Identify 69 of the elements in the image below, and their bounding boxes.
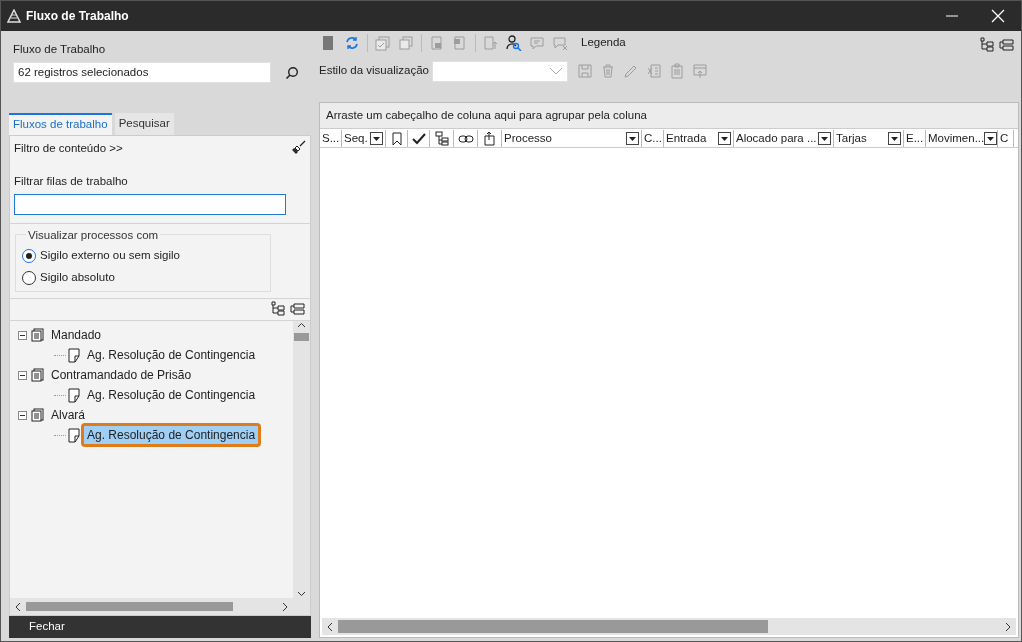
tree-item[interactable]: Contramandado de Prisão <box>48 366 195 384</box>
brush-icon[interactable] <box>292 139 306 154</box>
group-by-hint: Arraste um cabeçalho de coluna aqui para agrupar pela coluna <box>320 103 1018 129</box>
document-icon <box>68 347 80 363</box>
column-header[interactable]: Entrada <box>664 130 734 147</box>
filter-dropdown[interactable] <box>818 132 831 145</box>
filter-dropdown[interactable] <box>888 132 901 145</box>
horizontal-scrollbar[interactable] <box>322 618 1016 635</box>
chevron-down-icon <box>548 67 563 75</box>
scroll-thumb[interactable] <box>294 333 309 341</box>
tree-item[interactable]: Ag. Resolução de Contingencia <box>84 426 259 444</box>
column-header[interactable]: Processo <box>502 130 642 147</box>
caret-icon <box>373 136 380 141</box>
caret-icon <box>891 136 898 141</box>
filter-dropdown[interactable] <box>984 132 998 145</box>
collapse-toggle[interactable] <box>18 330 27 340</box>
tree-expand-icon[interactable] <box>270 301 286 317</box>
tree-collapse-icon[interactable] <box>290 301 306 317</box>
tab[interactable]: Fluxos de trabalho <box>9 113 112 135</box>
column-header[interactable]: S... <box>320 130 342 147</box>
caret-icon <box>821 136 828 141</box>
field-label: Estilo da visualização <box>319 63 429 79</box>
column-header[interactable]: Seq. <box>342 130 386 147</box>
clipboard-icon <box>31 408 44 422</box>
scroll-thumb[interactable] <box>26 602 233 611</box>
scroll-thumb[interactable] <box>338 620 768 633</box>
tree-item[interactable]: Mandado <box>48 326 105 344</box>
horizontal-scrollbar[interactable] <box>10 598 310 615</box>
radio-label: Sigilo absoluto <box>40 270 115 286</box>
field-label: Filtrar filas de trabalho <box>14 173 129 189</box>
search-icon[interactable] <box>283 65 301 80</box>
column-header[interactable]: C <box>998 130 1014 147</box>
collapse-toggle[interactable] <box>18 410 27 420</box>
radio-label: Sigilo externo ou sem sigilo <box>40 248 180 264</box>
filter-toggle[interactable]: Filtro de conteúdo >> <box>14 139 123 157</box>
close-icon <box>991 9 1005 23</box>
filter-dropdown[interactable] <box>718 132 731 145</box>
tree-item[interactable]: Ag. Resolução de Contingencia <box>84 346 259 364</box>
column-header[interactable]: C... <box>642 130 664 147</box>
tree-expand-icon[interactable] <box>979 37 995 53</box>
tab[interactable]: Pesquisar <box>114 113 174 135</box>
workflow-field[interactable]: 62 registros selecionados <box>13 62 271 84</box>
vertical-scrollbar[interactable] <box>293 321 310 598</box>
filter-dropdown[interactable] <box>370 132 383 145</box>
filter-dropdown[interactable] <box>626 132 639 145</box>
tree-collapse-icon[interactable] <box>999 37 1015 53</box>
tree-item[interactable]: Ag. Resolução de Contingencia <box>84 386 259 404</box>
close-button[interactable]: Fechar <box>9 616 311 638</box>
legend-label[interactable]: Legenda <box>581 34 626 52</box>
filter-input[interactable] <box>14 194 286 215</box>
column-header[interactable]: Alocado para ... <box>734 130 834 147</box>
clipboard-icon <box>31 368 44 382</box>
person-search-icon[interactable] <box>504 35 524 51</box>
collapse-toggle[interactable] <box>18 370 27 380</box>
radio-button[interactable] <box>22 271 36 285</box>
caret-icon <box>721 136 728 141</box>
document-icon <box>68 427 80 443</box>
radio-button[interactable] <box>22 249 36 263</box>
column-header[interactable]: Movimen... <box>926 130 998 147</box>
window-title: Fluxo de Trabalho <box>26 8 129 25</box>
field-label: Fluxo de Trabalho <box>13 42 107 57</box>
caret-icon <box>629 136 636 141</box>
column-header[interactable]: E... <box>904 130 926 147</box>
column-header[interactable]: Tarjas <box>834 130 904 147</box>
caret-icon <box>987 136 995 141</box>
app-logo-icon <box>7 9 21 23</box>
clipboard-icon <box>31 328 44 342</box>
tree-item[interactable]: Alvará <box>48 406 88 424</box>
document-icon <box>68 387 80 403</box>
